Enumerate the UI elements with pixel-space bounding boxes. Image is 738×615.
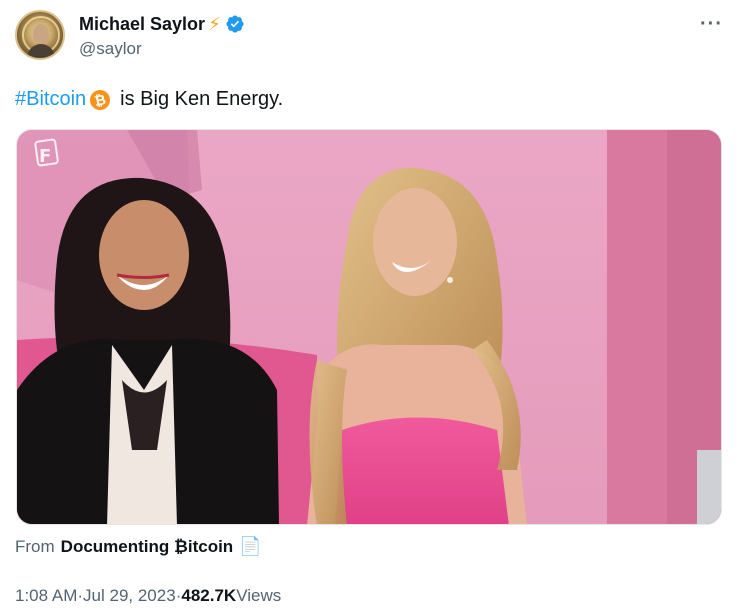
- tweet-date[interactable]: Jul 29, 2023: [83, 586, 176, 606]
- avatar[interactable]: [15, 10, 65, 60]
- media-illustration: F: [17, 130, 721, 524]
- more-options-icon[interactable]: ···: [700, 13, 723, 36]
- tweet-time[interactable]: 1:08 AM: [15, 586, 77, 606]
- tweet-meta: 1:08 AM · Jul 29, 2023 · 482.7K Views: [15, 586, 281, 606]
- from-label: From: [15, 536, 55, 556]
- display-name-row[interactable]: Michael Saylor ⚡: [79, 12, 245, 36]
- source-account-link[interactable]: Documenting ₿itcoin: [61, 537, 234, 557]
- lightning-bolt-icon: ⚡: [208, 14, 221, 34]
- watermark-label: F: [39, 146, 51, 167]
- tweet-text: #Bitcoin ₿ is Big Ken Energy.: [15, 87, 284, 112]
- bitcoin-icon: ₿: [88, 87, 113, 112]
- display-name[interactable]: Michael Saylor: [79, 14, 205, 35]
- views-label: Views: [236, 586, 282, 605]
- views-count: 482.7K: [181, 586, 237, 605]
- page-facing-up-icon: 📄: [239, 536, 262, 556]
- author-names: Michael Saylor ⚡ @saylor: [79, 12, 245, 59]
- tweet-media-image[interactable]: F: [16, 129, 722, 525]
- author-handle[interactable]: @saylor: [79, 39, 245, 59]
- avatar-face: [33, 24, 49, 44]
- tweet-body-text: is Big Ken Energy.: [120, 88, 284, 110]
- source-line: From Documenting ₿itcoin 📄: [15, 536, 262, 557]
- tweet-header: Michael Saylor ⚡ @saylor ···: [15, 10, 725, 62]
- hashtag-link[interactable]: #Bitcoin: [15, 88, 86, 111]
- verified-badge-icon[interactable]: [225, 14, 245, 34]
